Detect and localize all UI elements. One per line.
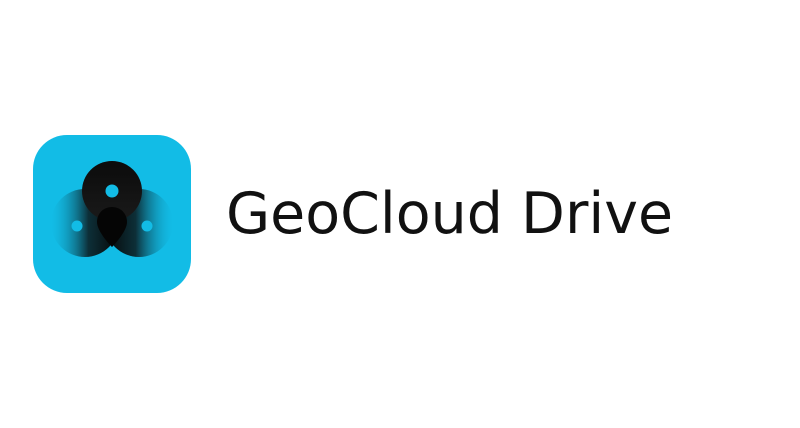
geocloud-logo-icon bbox=[33, 135, 191, 293]
logo-lockup: GeoCloud Drive bbox=[0, 0, 800, 428]
geocloud-logo-graphic bbox=[33, 135, 191, 293]
brand-name: GeoCloud Drive bbox=[226, 181, 674, 247]
